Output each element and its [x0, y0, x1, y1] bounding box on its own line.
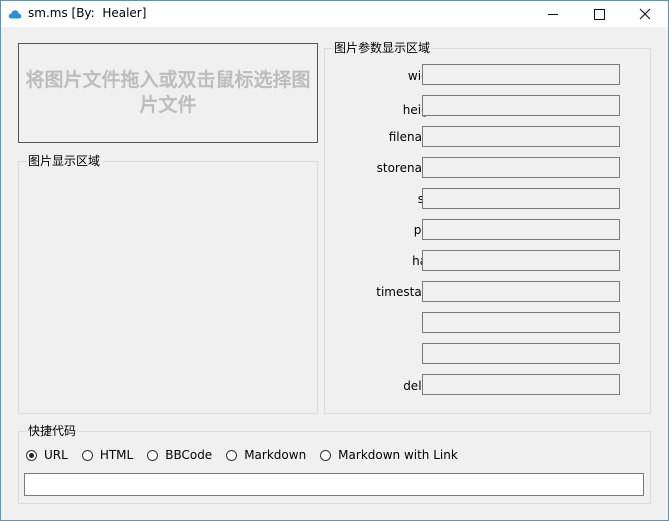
radio-html-label: HTML	[99, 448, 134, 462]
radio-unchecked-icon	[147, 449, 159, 461]
maximize-icon	[593, 8, 605, 20]
close-button[interactable]	[622, 1, 668, 27]
radio-markdown-with-link[interactable]: Markdown with Link	[320, 448, 458, 462]
radio-bbcode[interactable]: BBCode	[147, 448, 212, 462]
hash-field[interactable]	[422, 250, 620, 271]
radio-markdown[interactable]: Markdown	[226, 448, 306, 462]
width-field[interactable]	[422, 64, 620, 85]
size-field[interactable]	[422, 188, 620, 209]
minimize-icon	[548, 13, 558, 15]
app-window: sm.ms [By: Healer] 将图片文件拖入或双击鼠标选择图片文件 图片…	[0, 0, 669, 521]
radio-html[interactable]: HTML	[81, 448, 134, 462]
cloud-icon	[8, 10, 22, 19]
quick-code-group-title: 快捷代码	[27, 424, 78, 439]
minimize-button[interactable]	[530, 1, 576, 27]
image-drop-zone[interactable]: 将图片文件拖入或双击鼠标选择图片文件	[18, 43, 318, 143]
image-params-group: 图片参数显示区域 width height filename storename…	[324, 41, 651, 414]
radio-checked-icon	[26, 449, 37, 461]
radio-markdown-with-link-label: Markdown with Link	[338, 448, 458, 462]
timestamp-field[interactable]	[422, 281, 620, 302]
path-field[interactable]	[422, 219, 620, 240]
ip-field[interactable]	[422, 312, 620, 333]
image-params-group-title: 图片参数显示区域	[333, 41, 432, 56]
image-display-group-title: 图片显示区域	[27, 154, 102, 169]
close-icon	[639, 8, 651, 20]
title-bar[interactable]: sm.ms [By: Healer]	[1, 1, 668, 27]
height-field[interactable]	[422, 95, 620, 116]
radio-unchecked-icon	[81, 449, 93, 461]
delete-field[interactable]	[422, 374, 620, 395]
radio-unchecked-icon	[226, 449, 238, 461]
url-field[interactable]	[422, 343, 620, 364]
storename-field[interactable]	[422, 157, 620, 178]
quick-code-group: 快捷代码 URL HTML BBCode Markdown Markdown w…	[18, 424, 651, 504]
code-output-field[interactable]	[24, 473, 644, 496]
radio-markdown-label: Markdown	[244, 448, 307, 462]
format-radio-group: URL HTML BBCode Markdown Markdown with L…	[26, 446, 472, 464]
radio-unchecked-icon	[320, 449, 332, 461]
window-title: sm.ms [By: Healer]	[28, 6, 147, 20]
maximize-button[interactable]	[576, 1, 622, 27]
image-display-group: 图片显示区域	[18, 154, 318, 414]
filename-field[interactable]	[422, 126, 620, 147]
radio-url-label: URL	[44, 448, 68, 462]
drop-zone-hint: 将图片文件拖入或双击鼠标选择图片文件	[25, 69, 311, 116]
radio-bbcode-label: BBCode	[165, 448, 213, 462]
radio-url[interactable]: URL	[26, 448, 68, 462]
